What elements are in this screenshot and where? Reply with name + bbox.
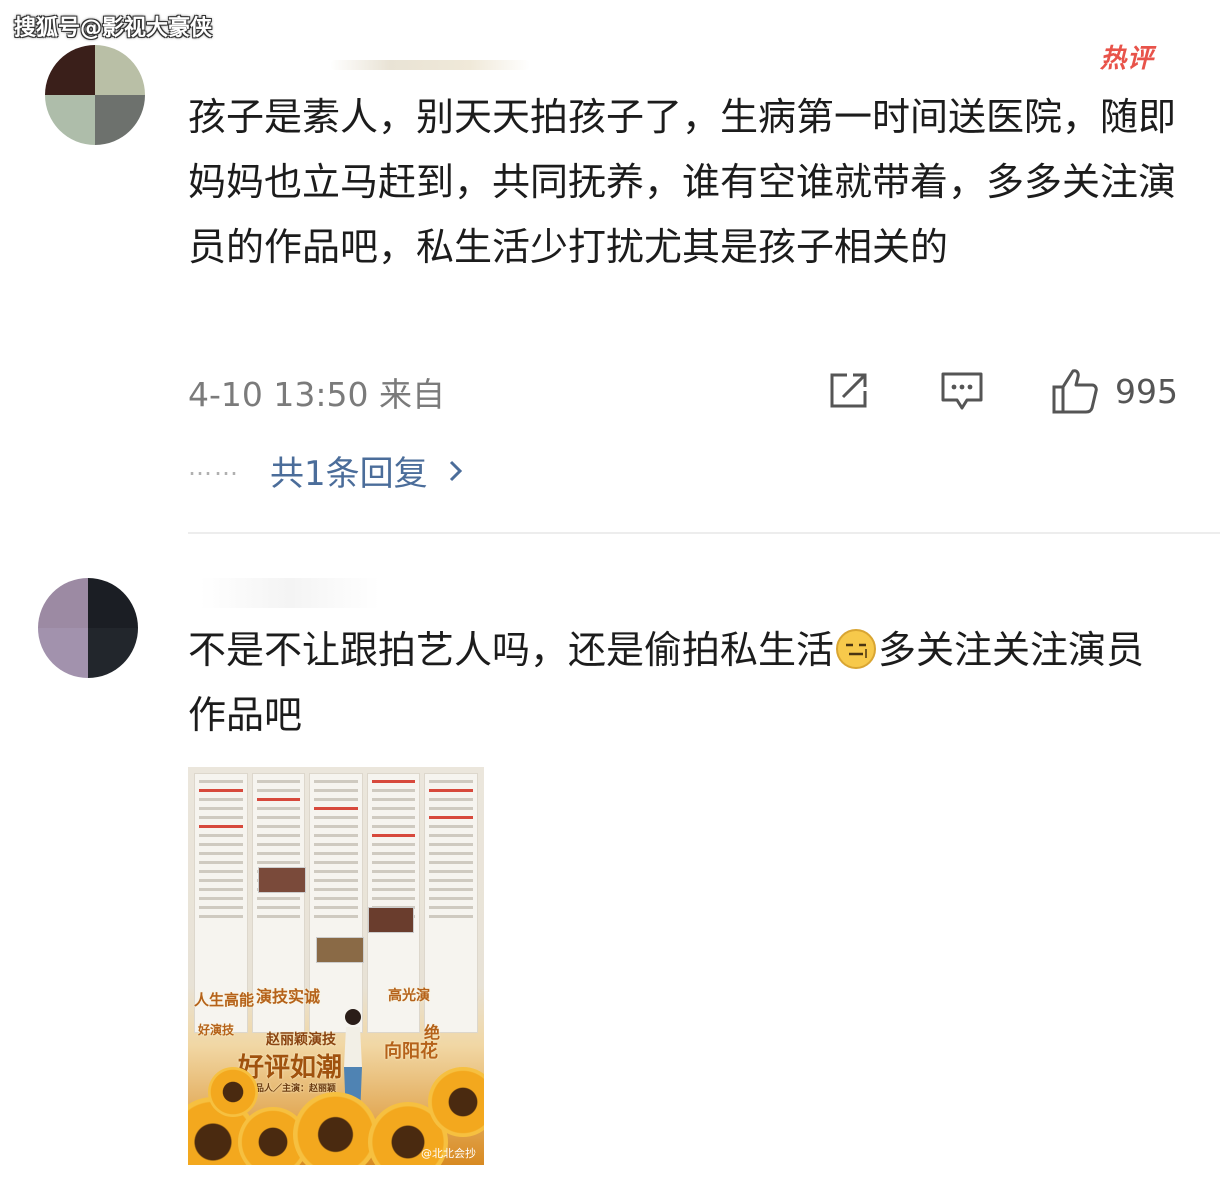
poster-credit: 出品人／主演：赵丽颖	[246, 1084, 337, 1094]
avatar[interactable]	[45, 45, 145, 145]
reply-dots: ……	[188, 452, 240, 481]
emoji-face-icon	[836, 629, 877, 669]
view-replies[interactable]: …… 共1条回复	[188, 446, 470, 495]
share-icon	[830, 373, 867, 408]
comment-text: 不是不让跟拍艺人吗，还是偷拍私生活 多关注关注演员作品吧	[188, 618, 1180, 748]
chevron-right-icon	[449, 460, 462, 481]
poster-word: 演技实诚	[256, 987, 321, 1006]
image-signature: @北北会抄	[421, 1147, 476, 1160]
comment-text: 孩子是素人，别天天拍孩子了，生病第一时间送医院，随即妈妈也立马赶到，共同抚养，谁…	[188, 95, 1177, 269]
watermark: 搜狐号@影视大豪侠	[14, 16, 213, 41]
replies-label: 共1条回复	[270, 454, 428, 494]
poster-word: 高光演	[388, 988, 430, 1004]
poster-word: 向阳花	[384, 1041, 438, 1062]
comment-icon	[941, 372, 983, 410]
reply-button[interactable]	[940, 366, 984, 416]
poster-word: 好演技	[198, 1023, 235, 1037]
poster-photo	[258, 867, 306, 893]
share-button[interactable]	[827, 366, 871, 416]
poster-photo	[368, 907, 414, 933]
sunflower	[208, 1067, 258, 1117]
replies-link[interactable]: 共1条回复	[270, 446, 470, 495]
poster-photo	[316, 937, 364, 963]
like-button[interactable]: 995	[1051, 366, 1178, 416]
hot-comment-badge: 热评	[1100, 44, 1155, 74]
avatar[interactable]	[38, 578, 138, 678]
comment-divider	[188, 532, 1220, 534]
comment-text-part1: 不是不让跟拍艺人吗，还是偷拍私生活	[188, 628, 835, 672]
poster-headline: 赵丽颖演技	[266, 1032, 336, 1048]
poster-word: 人生高能	[194, 991, 255, 1009]
username-blurred[interactable]	[200, 578, 380, 608]
attached-image[interactable]: 人生高能 演技实诚 高光演 好演技 绝 向阳花 赵丽颖演技 好评如潮 出品人／主…	[188, 767, 484, 1165]
thumbs-up-icon	[1052, 369, 1098, 414]
username-blurred[interactable]	[330, 60, 530, 70]
comment-meta: 4-10 13:50 来自	[188, 375, 445, 414]
like-count: 995	[1115, 371, 1178, 411]
